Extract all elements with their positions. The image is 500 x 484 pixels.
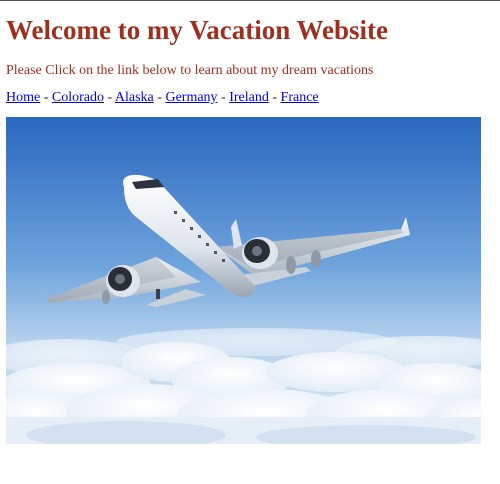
airplane-photo	[6, 117, 481, 444]
nav-separator: -	[217, 90, 230, 105]
nav-links: Home - Colorado - Alaska - Germany - Ire…	[6, 90, 319, 106]
engine-left	[106, 265, 140, 297]
hero-image	[6, 117, 481, 444]
cloud-layer	[6, 328, 481, 444]
nav-link-germany[interactable]: Germany	[165, 90, 217, 105]
engine-right	[242, 237, 278, 269]
nav-link-france[interactable]: France	[281, 90, 319, 105]
page-title: Welcome to my Vacation Website	[6, 15, 388, 45]
nav-separator: -	[268, 90, 281, 105]
nav-separator: -	[40, 90, 52, 105]
nav-link-home[interactable]: Home	[6, 90, 40, 105]
nav-separator: -	[153, 90, 166, 105]
nav-link-ireland[interactable]: Ireland	[229, 90, 269, 105]
nav-link-alaska[interactable]: Alaska	[115, 90, 154, 105]
nav-link-colorado[interactable]: Colorado	[52, 90, 104, 105]
page-body: Welcome to my Vacation Website Please Cl…	[0, 0, 500, 484]
nav-separator: -	[104, 90, 115, 105]
intro-text: Please Click on the link below to learn …	[6, 63, 374, 78]
